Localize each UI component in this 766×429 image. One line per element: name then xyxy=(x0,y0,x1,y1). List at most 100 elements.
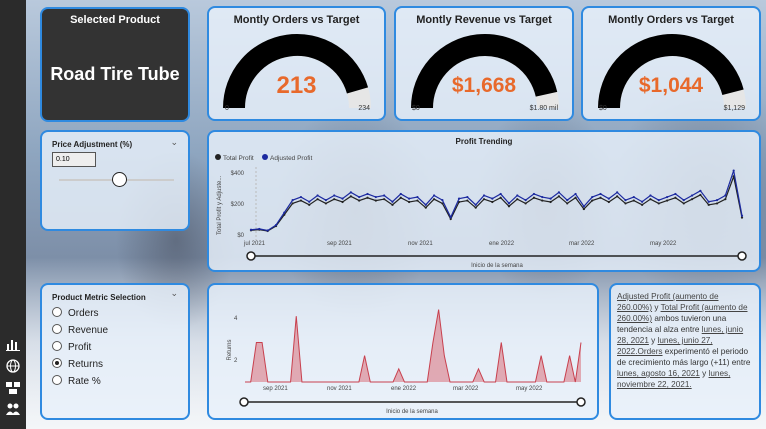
selected-product-title: Selected Product xyxy=(70,14,160,26)
data-point xyxy=(399,196,402,199)
chevron-down-icon[interactable]: ⌄ xyxy=(170,137,178,148)
data-point xyxy=(474,203,477,206)
data-point xyxy=(399,192,402,196)
price-adjustment-card: Price Adjustment (%) ⌄ xyxy=(40,130,190,231)
data-point xyxy=(524,202,527,205)
data-point xyxy=(549,197,552,200)
radio-circle[interactable] xyxy=(52,307,62,317)
data-point xyxy=(374,195,377,199)
narrative-text: y xyxy=(648,336,658,345)
gauge-title: Montly Revenue vs Target xyxy=(416,14,552,26)
y-tick: 4 xyxy=(234,316,238,322)
gauge-arc xyxy=(411,33,559,109)
data-point xyxy=(341,200,344,204)
data-point xyxy=(690,198,694,201)
x-tick: sep 2021 xyxy=(327,241,352,247)
data-point xyxy=(349,191,352,194)
data-point xyxy=(499,196,502,199)
narrative-link[interactable]: Orders xyxy=(638,347,663,356)
selected-product-card: Selected Product Road Tire Tube xyxy=(40,7,190,122)
data-point xyxy=(582,205,585,208)
narrative-link[interactable]: lunes, agosto 16, 2021 xyxy=(617,369,700,378)
radio-rate[interactable]: Rate % xyxy=(52,375,101,387)
data-point xyxy=(482,194,486,197)
y-tick: $200 xyxy=(231,202,245,208)
radio-revenue[interactable]: Revenue xyxy=(52,324,108,336)
data-point xyxy=(491,197,494,200)
x-axis-label: Inicio de la semana xyxy=(386,409,438,415)
radio-circle[interactable] xyxy=(52,324,62,334)
data-point xyxy=(308,200,311,203)
globe-icon[interactable] xyxy=(5,358,21,374)
data-point xyxy=(299,195,303,199)
radio-label: Rate % xyxy=(68,376,101,387)
data-point xyxy=(707,203,710,206)
data-point xyxy=(291,199,294,202)
data-point xyxy=(466,199,469,202)
data-point xyxy=(258,227,261,231)
range-slider-end-handle[interactable] xyxy=(576,397,586,407)
data-point xyxy=(457,197,461,200)
sidebar xyxy=(0,0,26,429)
radio-circle[interactable] xyxy=(52,375,62,385)
profit-trending-card: Profit Trending Total Profit Adjusted Pr… xyxy=(207,130,761,272)
radio-orders[interactable]: Orders xyxy=(52,307,99,319)
data-point xyxy=(449,216,452,219)
range-slider-start-handle[interactable] xyxy=(239,397,249,407)
data-point xyxy=(366,196,369,199)
data-point xyxy=(499,192,502,196)
x-axis-label: Inicio de la semana xyxy=(471,263,523,269)
data-point xyxy=(333,198,336,201)
data-point xyxy=(474,206,477,209)
price-adjustment-input[interactable] xyxy=(52,152,96,167)
data-point xyxy=(632,199,635,202)
data-point xyxy=(566,202,569,205)
data-point xyxy=(441,199,444,202)
data-point xyxy=(507,202,511,205)
radio-profit[interactable]: Profit xyxy=(52,341,91,353)
data-point xyxy=(266,229,269,232)
radio-circle[interactable] xyxy=(52,341,62,351)
y-axis-label: Total Profit y Adjuste... xyxy=(217,175,223,235)
radio-returns[interactable]: Returns xyxy=(52,358,103,370)
gauge-card-revenue: Montly Revenue vs Target $1,668 $0 $1.80… xyxy=(394,6,574,121)
chart-icon[interactable] xyxy=(5,336,21,352)
slider-thumb[interactable] xyxy=(111,172,127,187)
data-point xyxy=(682,199,685,202)
data-point xyxy=(674,196,677,199)
data-point xyxy=(732,169,735,172)
data-point xyxy=(724,198,727,201)
data-point xyxy=(324,202,327,205)
boxes-icon[interactable] xyxy=(5,380,21,396)
data-point xyxy=(632,195,635,199)
data-point xyxy=(574,196,577,199)
x-tick: sep 2021 xyxy=(263,386,288,392)
radio-circle-selected[interactable] xyxy=(52,358,62,368)
gauge-max: $1,129 xyxy=(723,105,745,112)
gauge-arc xyxy=(598,34,746,109)
smart-narrative-text: Adjusted Profit (aumento de 260.00%) y T… xyxy=(617,291,753,390)
data-point xyxy=(599,196,602,199)
data-point xyxy=(549,200,552,204)
data-point xyxy=(690,194,694,197)
range-slider-end-handle[interactable] xyxy=(737,251,747,261)
data-point xyxy=(532,192,536,196)
legend-adjusted-profit: Adjusted Profit xyxy=(270,155,312,162)
smart-narrative-card: Adjusted Profit (aumento de 260.00%) y T… xyxy=(609,283,761,420)
gauge-max: $1.80 mil xyxy=(529,105,558,112)
gauge-title: Montly Orders vs Target xyxy=(233,14,360,26)
legend-marker-total xyxy=(215,154,221,160)
data-point xyxy=(624,202,627,205)
profit-trending-chart: Profit Trending Total Profit Adjusted Pr… xyxy=(215,137,747,269)
gauge-card-orders-2: Montly Orders vs Target $1,044 $0 $1,129 xyxy=(581,6,761,121)
gauge-value: $1,668 xyxy=(451,74,517,97)
range-slider-start-handle[interactable] xyxy=(246,251,256,261)
data-point xyxy=(624,199,627,202)
data-point xyxy=(616,195,619,198)
data-point xyxy=(333,194,336,197)
users-icon[interactable] xyxy=(5,401,21,417)
chevron-down-icon[interactable]: ⌄ xyxy=(170,288,178,299)
data-point xyxy=(724,194,727,197)
y-tick: $400 xyxy=(231,171,245,177)
data-point xyxy=(516,198,519,201)
